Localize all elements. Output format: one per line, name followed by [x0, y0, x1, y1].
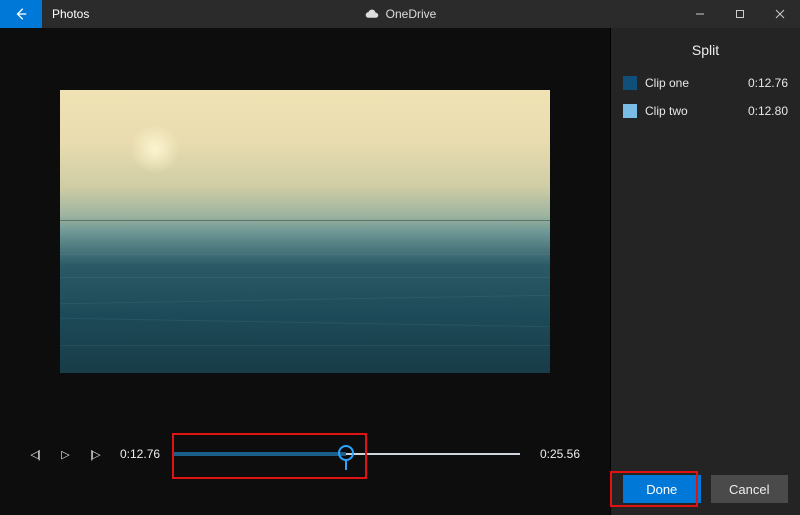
app-window: Photos OneDrive: [0, 0, 800, 515]
split-handle-ring-icon: [338, 445, 354, 461]
clip-swatch-icon: [623, 104, 637, 118]
panel-footer: Done Cancel: [623, 475, 788, 503]
prev-frame-button[interactable]: ◁|: [26, 448, 44, 461]
main-area: ◁| ▷ |▷ 0:12.76 0:25.56: [0, 28, 610, 515]
playback-controls: ◁| ▷ |▷ 0:12.76 0:25.56: [0, 443, 610, 465]
preview-horizon: [60, 220, 550, 221]
close-icon: [775, 9, 785, 19]
next-frame-button[interactable]: |▷: [86, 448, 104, 461]
total-time: 0:25.56: [540, 447, 580, 461]
clip-name: Clip two: [645, 104, 748, 118]
panel-title: Split: [623, 38, 788, 76]
clip-swatch-icon: [623, 76, 637, 90]
timeline-clip-two: [346, 453, 520, 455]
maximize-button[interactable]: [720, 0, 760, 28]
done-button[interactable]: Done: [623, 475, 701, 503]
preview-sun: [130, 124, 180, 174]
split-handle-stem-icon: [345, 460, 347, 470]
split-handle[interactable]: [338, 445, 354, 470]
timeline-clip-one: [174, 452, 346, 456]
app-body: ◁| ▷ |▷ 0:12.76 0:25.56 Split: [0, 28, 800, 515]
current-time: 0:12.76: [120, 447, 160, 461]
clip-duration: 0:12.76: [748, 76, 788, 90]
back-button[interactable]: [0, 0, 42, 28]
cancel-button[interactable]: Cancel: [711, 475, 789, 503]
onedrive-icon: [364, 9, 380, 19]
side-panel: Split Clip one 0:12.76 Clip two 0:12.80 …: [610, 28, 800, 515]
back-arrow-icon: [14, 7, 28, 21]
window-controls: [680, 0, 800, 28]
clip-duration: 0:12.80: [748, 104, 788, 118]
clip-name: Clip one: [645, 76, 748, 90]
timeline-track[interactable]: [174, 443, 520, 465]
minimize-button[interactable]: [680, 0, 720, 28]
play-button[interactable]: ▷: [56, 448, 74, 461]
title-bar: Photos OneDrive: [0, 0, 800, 28]
clip-row[interactable]: Clip two 0:12.80: [623, 104, 788, 118]
app-title: Photos: [42, 0, 89, 28]
video-preview[interactable]: [60, 90, 550, 373]
close-button[interactable]: [760, 0, 800, 28]
minimize-icon: [695, 9, 705, 19]
clip-row[interactable]: Clip one 0:12.76: [623, 76, 788, 90]
onedrive-label: OneDrive: [386, 7, 437, 21]
maximize-icon: [735, 9, 745, 19]
